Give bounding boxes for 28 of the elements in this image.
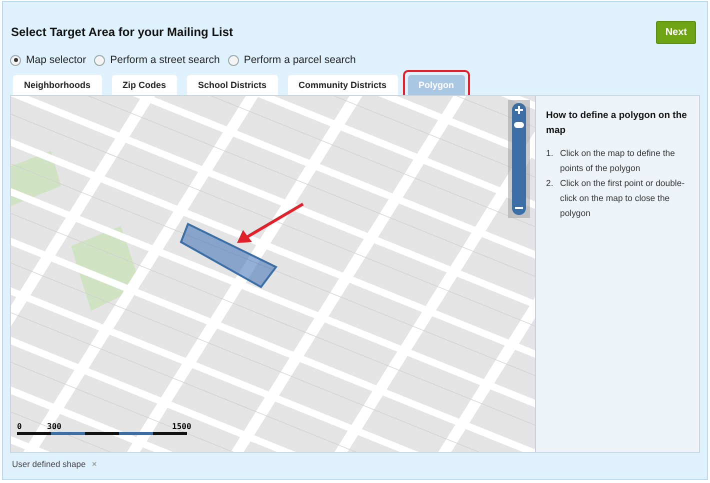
zoom-slider-thumb[interactable] bbox=[514, 122, 524, 128]
map-view[interactable]: 0 300 1500 bbox=[11, 96, 535, 452]
zoom-out-icon[interactable] bbox=[515, 204, 523, 212]
step-text: Click on the first point or double-click on the map to close the polygon bbox=[560, 177, 686, 220]
radio-button[interactable] bbox=[10, 54, 21, 66]
polygon-shape[interactable] bbox=[180, 222, 278, 288]
tab[interactable]: Community Districts bbox=[288, 75, 398, 95]
shape-label: User defined shape bbox=[12, 459, 86, 469]
help-title: How to define a polygon on the map bbox=[546, 109, 688, 138]
tab[interactable]: Zip Codes bbox=[112, 75, 178, 95]
tab[interactable]: Neighborhoods bbox=[13, 75, 102, 95]
radio-label: Map selector bbox=[26, 54, 86, 66]
radio-button[interactable] bbox=[94, 54, 106, 66]
radio-button[interactable] bbox=[228, 54, 239, 66]
tab[interactable]: School Districts bbox=[187, 75, 278, 95]
scale-label: 300 bbox=[47, 422, 62, 431]
zoom-control[interactable] bbox=[508, 100, 530, 218]
zoom-in-icon[interactable] bbox=[515, 106, 523, 114]
page-title: Select Target Area for your Mailing List bbox=[11, 25, 234, 39]
step-number: 1. bbox=[546, 147, 554, 160]
scale-label: 0 bbox=[17, 422, 22, 431]
arrow-pointer bbox=[237, 202, 304, 243]
radio-label: Perform a parcel search bbox=[244, 54, 356, 66]
step-text: Click on the map to define the points of the polygon bbox=[560, 147, 676, 175]
step-number: 2. bbox=[546, 177, 554, 190]
zoom-track[interactable] bbox=[512, 103, 526, 215]
scale-label: 1500 bbox=[172, 422, 192, 431]
radio-label: Perform a street search bbox=[110, 54, 220, 66]
